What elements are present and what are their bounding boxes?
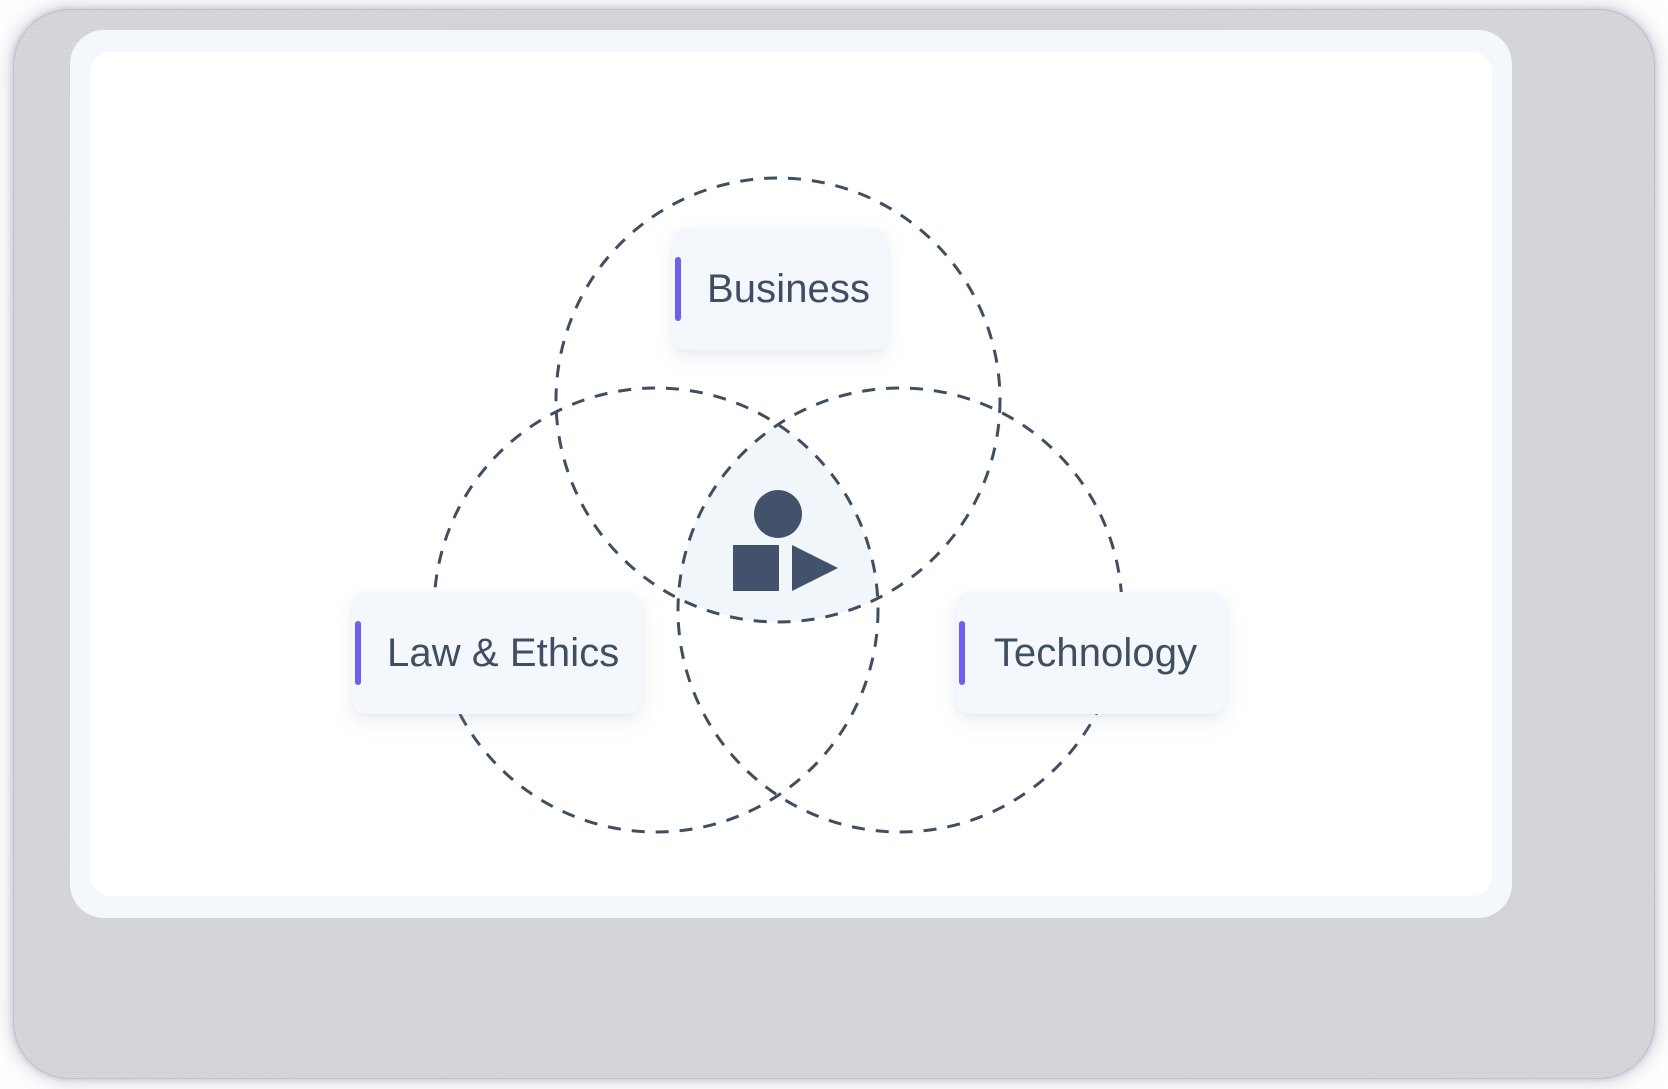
venn-diagram-svg (432, 176, 1124, 834)
accent-bar-technology (959, 621, 965, 685)
set-label-business: Business (707, 266, 871, 311)
circle-shape-icon (754, 490, 802, 538)
set-label-law-ethics: Law & Ethics (387, 630, 620, 675)
set-label-card-technology[interactable]: Technology (956, 592, 1226, 714)
square-shape-icon (733, 545, 779, 591)
set-label-card-law-ethics[interactable]: Law & Ethics (352, 592, 642, 714)
set-label-card-business[interactable]: Business (672, 228, 888, 350)
set-label-technology: Technology (993, 630, 1198, 675)
venn-diagram-canvas: Business Law & Ethics Technology (90, 52, 1492, 896)
